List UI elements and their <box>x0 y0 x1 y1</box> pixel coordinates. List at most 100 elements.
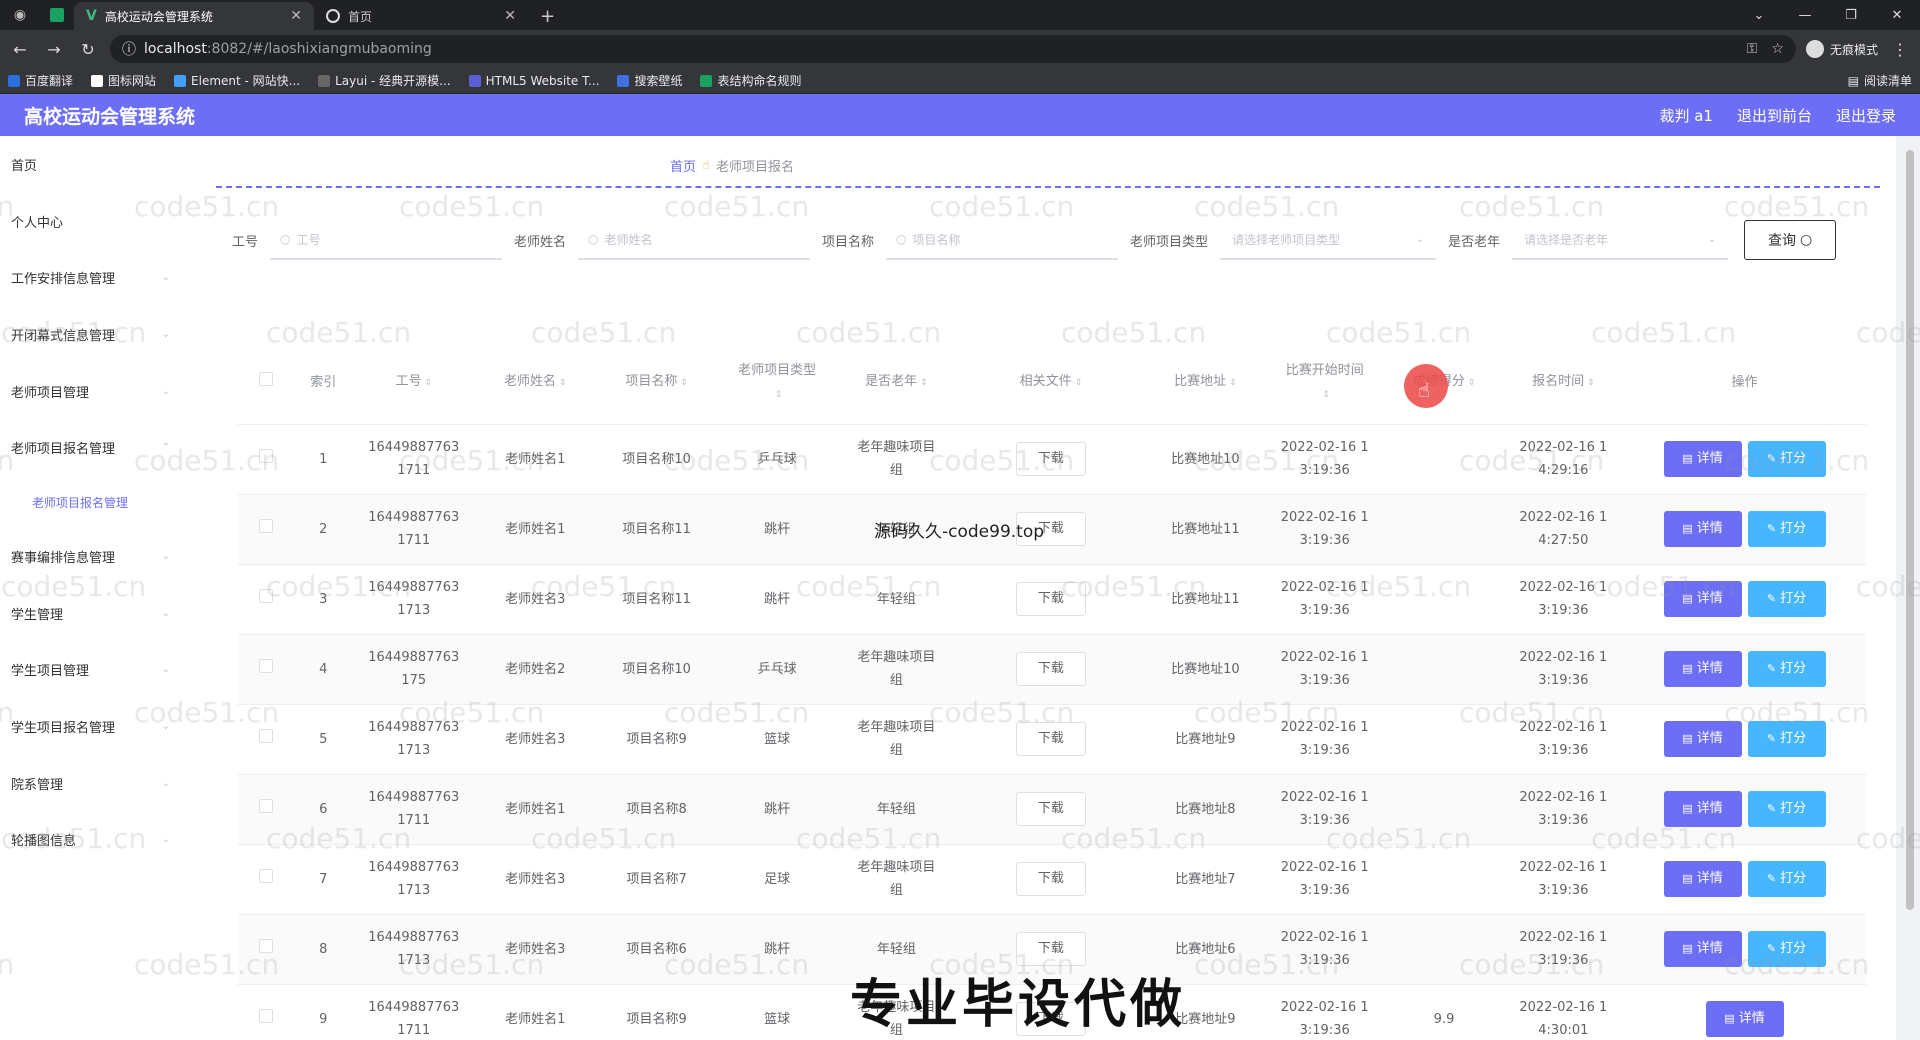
back-icon[interactable]: ← <box>8 40 32 59</box>
score-button[interactable]: ✎ 打分 <box>1747 441 1826 477</box>
sidebar-item-ceremony[interactable]: 开闭幕式信息管理 ⌄ <box>0 306 192 363</box>
sort-icon[interactable]: ⇕ <box>680 378 688 388</box>
bookmark-item[interactable]: Layui - 经典开源模... <box>318 72 451 89</box>
sidebar-item-student-project[interactable]: 学生项目管理 ⌄ <box>0 642 192 699</box>
col-signup-time[interactable]: 报名时间 ⇕ <box>1503 342 1624 425</box>
row-checkbox[interactable] <box>258 448 273 463</box>
score-button[interactable]: ✎ 打分 <box>1747 861 1826 897</box>
detail-button[interactable]: ▤ 详情 <box>1663 861 1742 897</box>
info-icon[interactable]: ⓘ <box>122 39 136 59</box>
sort-icon[interactable]: ⇕ <box>559 378 567 388</box>
row-checkbox[interactable] <box>258 588 273 603</box>
browser-more-icon[interactable]: ⋮ <box>1888 40 1912 59</box>
url-input[interactable]: ⓘ localhost:8082/#/laoshixiangmubaoming … <box>110 35 1796 63</box>
download-button[interactable]: 下载 <box>1015 1002 1086 1036</box>
sort-icon[interactable]: ⇕ <box>1468 378 1476 388</box>
score-button[interactable]: ✎ 打分 <box>1747 511 1826 547</box>
tab-search-icon[interactable]: ⌄ <box>1736 8 1782 23</box>
reading-list[interactable]: ▤ 阅读清单 <box>1848 72 1912 89</box>
sidebar-item-home[interactable]: 首页 <box>0 136 192 193</box>
detail-button[interactable]: ▤ 详情 <box>1663 791 1742 827</box>
bookmark-star-icon[interactable]: ☆ <box>1771 41 1784 57</box>
sidebar-item-schedule[interactable]: 赛事编排信息管理 ⌄ <box>0 528 192 585</box>
window-close-icon[interactable]: ✕ <box>1874 8 1920 23</box>
forward-icon[interactable]: → <box>42 40 66 59</box>
sort-icon[interactable]: ⇕ <box>1322 390 1330 400</box>
col-file[interactable]: 相关文件 ⇕ <box>956 342 1146 425</box>
minimize-icon[interactable]: — <box>1782 8 1828 23</box>
bookmark-item[interactable]: 表结构命名规则 <box>700 72 801 89</box>
sort-icon[interactable]: ⇕ <box>920 378 928 388</box>
row-checkbox[interactable] <box>258 518 273 533</box>
row-checkbox[interactable] <box>258 798 273 813</box>
exit-to-front-link[interactable]: 退出到前台 <box>1737 105 1812 126</box>
bookmark-item[interactable]: 百度翻译 <box>8 72 73 89</box>
bookmark-item[interactable]: HTML5 Website T... <box>468 74 599 88</box>
sidebar-item-teacher-project[interactable]: 老师项目管理 ⌄ <box>0 363 192 420</box>
col-is-old[interactable]: 是否老年 ⇕ <box>836 342 957 425</box>
tab-home[interactable]: 首页 ✕ <box>314 2 528 30</box>
detail-button[interactable]: ▤ 详情 <box>1705 1001 1784 1037</box>
sort-icon[interactable]: ⇕ <box>425 378 433 388</box>
sort-icon[interactable]: ⇕ <box>1587 378 1595 388</box>
bookmark-item[interactable]: Element - 网站快... <box>174 72 300 89</box>
row-checkbox[interactable] <box>258 658 273 673</box>
download-button[interactable]: 下载 <box>1015 792 1086 826</box>
teacher-name-input[interactable]: ○ 老师姓名 <box>578 220 811 260</box>
incognito-profile[interactable]: 无痕模式 <box>1805 40 1878 58</box>
score-button[interactable]: ✎ 打分 <box>1747 931 1826 967</box>
project-type-select[interactable]: 请选择老师项目类型 ⌄ <box>1220 220 1437 260</box>
sidebar-item-department[interactable]: 院系管理 ⌄ <box>0 755 192 812</box>
row-checkbox[interactable] <box>258 728 273 743</box>
reload-icon[interactable]: ↻ <box>76 40 100 59</box>
sidebar-item-carousel[interactable]: 轮播图信息 ⌄ <box>0 812 192 869</box>
query-button[interactable]: 查询 ○ <box>1744 220 1837 260</box>
tab-sports-system[interactable]: V 高校运动会管理系统 ✕ <box>74 2 314 30</box>
download-button[interactable]: 下载 <box>1015 582 1086 616</box>
col-start-time[interactable]: 比赛开始时间 ⇕ <box>1265 342 1385 425</box>
detail-button[interactable]: ▤ 详情 <box>1663 581 1742 617</box>
project-name-input[interactable]: ○ 项目名称 <box>886 220 1119 260</box>
sidebar-item-work[interactable]: 工作安排信息管理 ⌄ <box>0 249 192 306</box>
breadcrumb-home[interactable]: 首页 <box>670 156 696 175</box>
download-button[interactable]: 下载 <box>1015 862 1086 896</box>
bookmark-item[interactable]: 图标网站 <box>91 72 156 89</box>
detail-button[interactable]: ▤ 详情 <box>1663 721 1742 757</box>
new-tab-icon[interactable]: + <box>528 2 567 30</box>
pinned-tab[interactable] <box>40 0 74 30</box>
detail-button[interactable]: ▤ 详情 <box>1663 511 1742 547</box>
sidebar-subitem-teacher-signup[interactable]: 老师项目报名管理 <box>0 476 192 528</box>
sidebar-item-profile[interactable]: 个人中心 <box>0 193 192 250</box>
browser-menu-icon[interactable]: ◉ <box>0 0 40 30</box>
row-checkbox[interactable] <box>258 938 273 953</box>
sidebar-item-teacher-signup[interactable]: 老师项目报名管理 ⌃ <box>0 419 192 476</box>
close-tab-icon[interactable]: ✕ <box>290 8 302 24</box>
score-button[interactable]: ✎ 打分 <box>1747 791 1826 827</box>
select-all-checkbox[interactable] <box>258 372 273 387</box>
detail-button[interactable]: ▤ 详情 <box>1663 441 1742 477</box>
score-button[interactable]: ✎ 打分 <box>1747 581 1826 617</box>
row-checkbox[interactable] <box>258 868 273 883</box>
bookmark-item[interactable]: 搜索壁纸 <box>617 72 682 89</box>
close-tab-icon[interactable]: ✕ <box>504 8 516 24</box>
gonghao-input[interactable]: ○ 工号 <box>270 220 503 260</box>
col-project-name[interactable]: 项目名称 ⇕ <box>595 342 718 425</box>
restore-icon[interactable]: ❐ <box>1828 8 1874 23</box>
sort-icon[interactable]: ⇕ <box>1075 378 1083 388</box>
col-gonghao[interactable]: 工号 ⇕ <box>353 342 475 425</box>
download-button[interactable]: 下载 <box>1015 932 1086 966</box>
detail-button[interactable]: ▤ 详情 <box>1663 931 1742 967</box>
download-button[interactable]: 下载 <box>1015 512 1086 546</box>
detail-button[interactable]: ▤ 详情 <box>1663 651 1742 687</box>
download-button[interactable]: 下载 <box>1015 722 1086 756</box>
download-button[interactable]: 下载 <box>1015 652 1086 686</box>
download-button[interactable]: 下载 <box>1015 442 1086 476</box>
col-address[interactable]: 比赛地址 ⇕ <box>1145 342 1266 425</box>
sidebar-item-students[interactable]: 学生管理 ⌄ <box>0 585 192 642</box>
logout-link[interactable]: 退出登录 <box>1836 105 1896 126</box>
sidebar-item-student-signup[interactable]: 学生项目报名管理 ⌄ <box>0 698 192 755</box>
is-old-select[interactable]: 请选择是否老年 ⌄ <box>1512 220 1729 260</box>
row-checkbox[interactable] <box>258 1008 273 1023</box>
sort-icon[interactable]: ⇕ <box>1229 378 1237 388</box>
key-icon[interactable]: ⚿ <box>1747 41 1758 57</box>
